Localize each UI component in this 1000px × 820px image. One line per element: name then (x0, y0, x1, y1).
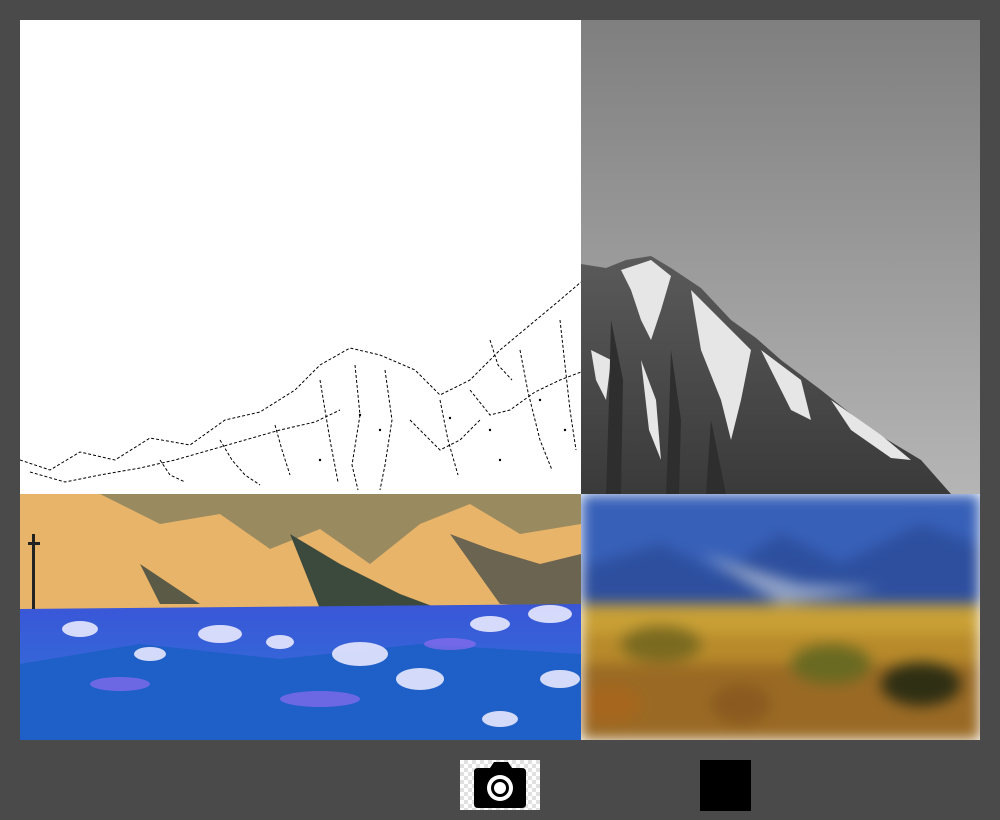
grayscale-image (581, 20, 980, 494)
camera-icon (474, 762, 526, 808)
grayscale-panel (581, 20, 980, 494)
color-inverted-panel (20, 494, 581, 740)
capture-button[interactable] (460, 760, 540, 810)
stop-button[interactable] (700, 760, 751, 811)
blurred-image (581, 494, 980, 740)
camera-toolbar (0, 740, 1000, 820)
blurred-panel (581, 494, 980, 740)
edge-detection-panel (20, 20, 581, 494)
edge-detection-image (20, 281, 581, 491)
color-inverted-image (20, 494, 581, 740)
camera-viewport (20, 20, 980, 740)
